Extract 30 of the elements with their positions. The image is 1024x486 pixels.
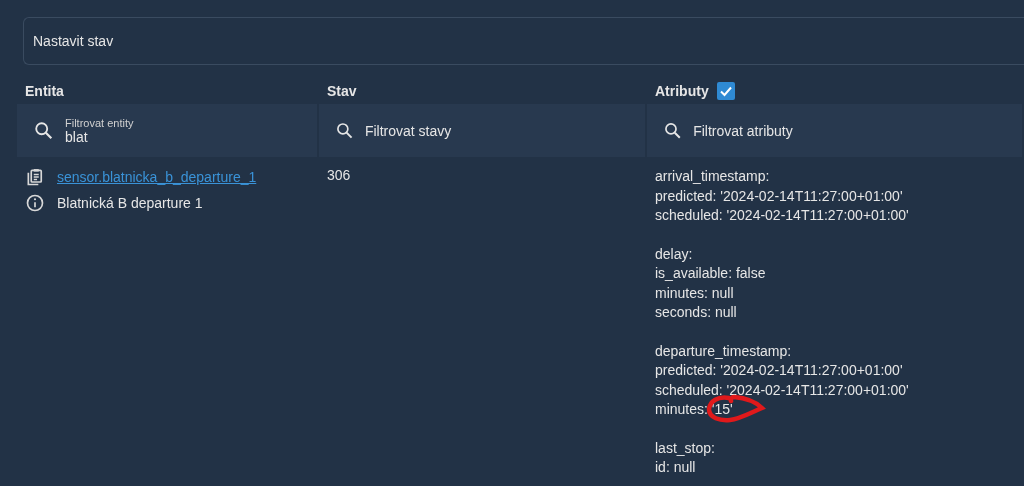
column-header: Entita bbox=[25, 83, 64, 99]
attribute-line: departure_timestamp: bbox=[655, 341, 792, 361]
attribute-line: delay: bbox=[655, 244, 693, 264]
attributes-checkbox[interactable] bbox=[716, 82, 735, 100]
filter-field[interactable]: Filtrovat entity blat bbox=[17, 104, 319, 157]
filter-field[interactable]: Filtrovat stavy bbox=[319, 104, 647, 157]
state-value: 306 bbox=[327, 167, 352, 183]
search-icon bbox=[33, 119, 55, 142]
attribute-line: seconds: null bbox=[655, 303, 737, 322]
info-icon[interactable] bbox=[25, 193, 45, 213]
filter-input[interactable]: Filtrovat stavy bbox=[364, 122, 645, 139]
attribute-line: minutes: null bbox=[655, 283, 734, 303]
attribute-line: scheduled: '2024-02-14T11:27:00+01:00' bbox=[655, 206, 909, 225]
attribute-line: minutes: '15' bbox=[655, 400, 733, 419]
clipboard-icon[interactable] bbox=[25, 167, 45, 187]
column-header: Stav bbox=[327, 83, 357, 99]
attribute-line: arrival_timestamp: bbox=[655, 167, 770, 186]
state-input-field[interactable]: Nastavit stav bbox=[23, 17, 1024, 65]
filter-input[interactable]: blat bbox=[65, 128, 246, 145]
attribute-line: scheduled: '2024-02-14T11:27:00+01:00' bbox=[655, 380, 909, 400]
filter-input[interactable]: Filtrovat atributy bbox=[693, 122, 1022, 139]
column-header: Atributy bbox=[655, 83, 709, 99]
filter-field[interactable]: Filtrovat atributy bbox=[647, 104, 1024, 157]
attribute-line: id: null bbox=[655, 458, 696, 477]
entity-name: Blatnická B departure 1 bbox=[57, 194, 203, 213]
entity-link[interactable]: sensor.blatnicka_b_departure_1 bbox=[57, 167, 257, 187]
attribute-line: last_stop: bbox=[655, 438, 715, 458]
attribute-line: is_available: false bbox=[655, 264, 766, 283]
attribute-line: predicted: '2024-02-14T11:27:00+01:00' bbox=[655, 361, 903, 380]
attribute-line: predicted: '2024-02-14T11:27:00+01:00' bbox=[655, 186, 903, 206]
